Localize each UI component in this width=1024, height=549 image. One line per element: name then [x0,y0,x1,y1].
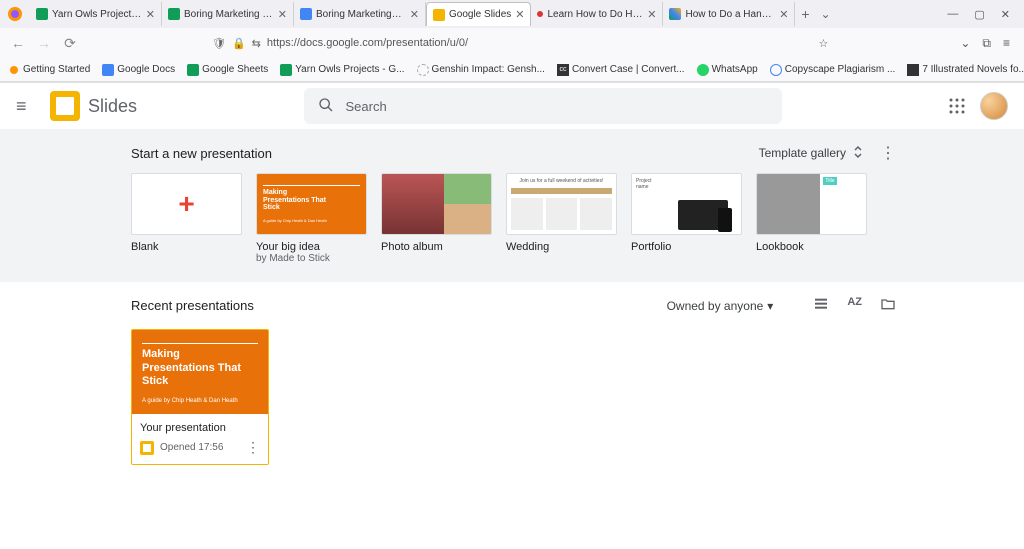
template-lookbook[interactable]: Title Lookbook [756,173,867,264]
browser-chrome: Yarn Owls Projects - Google✕ Boring Mark… [0,0,1024,83]
extension-icon[interactable]: ⧉ [982,36,991,51]
docs-icon [300,8,312,20]
drive-icon [669,8,681,20]
unfold-icon [852,145,864,162]
slides-icon [140,441,154,455]
close-icon[interactable]: ✕ [779,8,788,21]
search-input[interactable]: Search [304,88,782,124]
back-button[interactable]: ← [8,35,28,51]
bookmark-getting-started[interactable]: Getting Started [8,64,90,76]
template-strip: Start a new presentation Template galler… [0,129,1024,282]
tab-5[interactable]: How to Do a Hanging Inden✕ [663,2,795,26]
bookmark-novels[interactable]: 7 Illustrated Novels fo... [907,64,1024,76]
sort-button[interactable]: AZ [847,296,862,315]
minimize-button[interactable]: — [947,8,958,21]
search-icon [318,97,334,116]
app-menu-icon[interactable]: ≡ [1003,36,1010,51]
firefox-icon [4,3,26,25]
new-tab-button[interactable]: + [795,6,815,22]
address-bar[interactable]: 🛡 🔒 ⇆ https://docs.google.com/presentati… [206,37,834,50]
template-blank[interactable]: + Blank [131,173,242,264]
firefox-icon [8,64,20,76]
dot-icon [537,11,543,17]
tab-2[interactable]: Boring Marketing_How To D✕ [294,2,426,26]
close-window-button[interactable]: ✕ [1001,8,1010,21]
close-icon[interactable]: ✕ [515,8,524,21]
tab-strip: Yarn Owls Projects - Google✕ Boring Mark… [0,0,1024,28]
recent-card-more-button[interactable]: ⋮ [246,439,260,456]
app-brand: Slides [88,96,137,117]
close-icon[interactable]: ✕ [410,8,419,21]
copyscape-icon [770,64,782,76]
sheets-icon [36,8,48,20]
tab-overflow-button[interactable]: ⌄ [815,7,835,21]
maximize-button[interactable]: ▢ [974,8,984,21]
recent-card-0[interactable]: MakingPresentations ThatStick A guide by… [131,329,269,465]
sheets-icon [280,64,292,76]
docs-icon [102,64,114,76]
main-menu-button[interactable]: ≡ [16,96,40,117]
template-wedding[interactable]: Join us for a full weekend of activities… [506,173,617,264]
strip-title: Start a new presentation [131,146,272,161]
template-photo-album[interactable]: Photo album [381,173,492,264]
caret-down-icon: ▾ [767,299,773,313]
app-header: ≡ Slides Search [0,83,1024,129]
slides-logo-icon[interactable] [50,91,80,121]
google-apps-button[interactable] [948,97,966,115]
nav-bar: ← → ⟳ 🛡 🔒 ⇆ https://docs.google.com/pres… [0,28,1024,58]
bookmark-yarn-owls[interactable]: Yarn Owls Projects - G... [280,64,404,76]
bookmark-google-sheets[interactable]: Google Sheets [187,64,268,76]
book-icon [907,64,919,76]
account-avatar[interactable] [980,92,1008,120]
recent-thumb: MakingPresentations ThatStick A guide by… [132,330,268,414]
bookmark-genshin[interactable]: Genshin Impact: Gensh... [417,64,545,76]
close-icon[interactable]: ✕ [647,8,656,21]
bookmarks-bar: Getting Started Google Docs Google Sheet… [0,58,1024,82]
forward-button[interactable]: → [34,35,54,51]
folder-button[interactable] [880,296,896,315]
template-portfolio[interactable]: Project name Portfolio [631,173,742,264]
cc-icon: cc [557,64,569,76]
close-icon[interactable]: ✕ [146,8,155,21]
bookmark-copyscape[interactable]: Copyscape Plagiarism ... [770,64,896,76]
template-your-big-idea[interactable]: MakingPresentations ThatStickA guide by … [256,173,367,264]
shield-icon[interactable]: 🛡 [212,37,226,50]
plus-icon: + [178,188,194,220]
tab-4[interactable]: Learn How to Do Hanging I✕ [531,2,663,26]
sheets-icon [187,64,199,76]
lock-icon[interactable]: 🔒 [232,37,246,50]
star-icon[interactable]: ☆ [818,37,828,50]
tab-3-active[interactable]: Google Slides✕ [426,2,531,26]
owner-filter-button[interactable]: Owned by anyone ▾ [667,299,774,313]
close-icon[interactable]: ✕ [278,8,287,21]
bookmark-whatsapp[interactable]: WhatsApp [697,64,758,76]
whatsapp-icon [697,64,709,76]
search-placeholder: Search [346,99,387,114]
bookmark-convert-case[interactable]: ccConvert Case | Convert... [557,64,685,76]
pocket-icon[interactable]: ⌄ [960,36,970,51]
list-view-button[interactable] [813,296,829,315]
recent-section: Recent presentations Owned by anyone ▾ A… [0,282,1024,465]
permissions-icon[interactable]: ⇆ [252,37,261,50]
bookmark-google-docs[interactable]: Google Docs [102,64,175,76]
recent-card-time: Opened 17:56 [160,442,240,453]
tab-1[interactable]: Boring Marketing Internal -✕ [162,2,294,26]
slides-icon [433,9,445,21]
template-gallery-button[interactable]: Template gallery [759,145,864,162]
recent-card-name: Your presentation [140,422,260,434]
sheets-icon [168,8,180,20]
reload-button[interactable]: ⟳ [60,35,80,52]
url-text: https://docs.google.com/presentation/u/0… [267,37,813,49]
template-more-button[interactable]: ⋮ [880,143,896,163]
recent-title: Recent presentations [131,298,254,313]
blank-icon [417,64,429,76]
tab-0[interactable]: Yarn Owls Projects - Google✕ [30,2,162,26]
